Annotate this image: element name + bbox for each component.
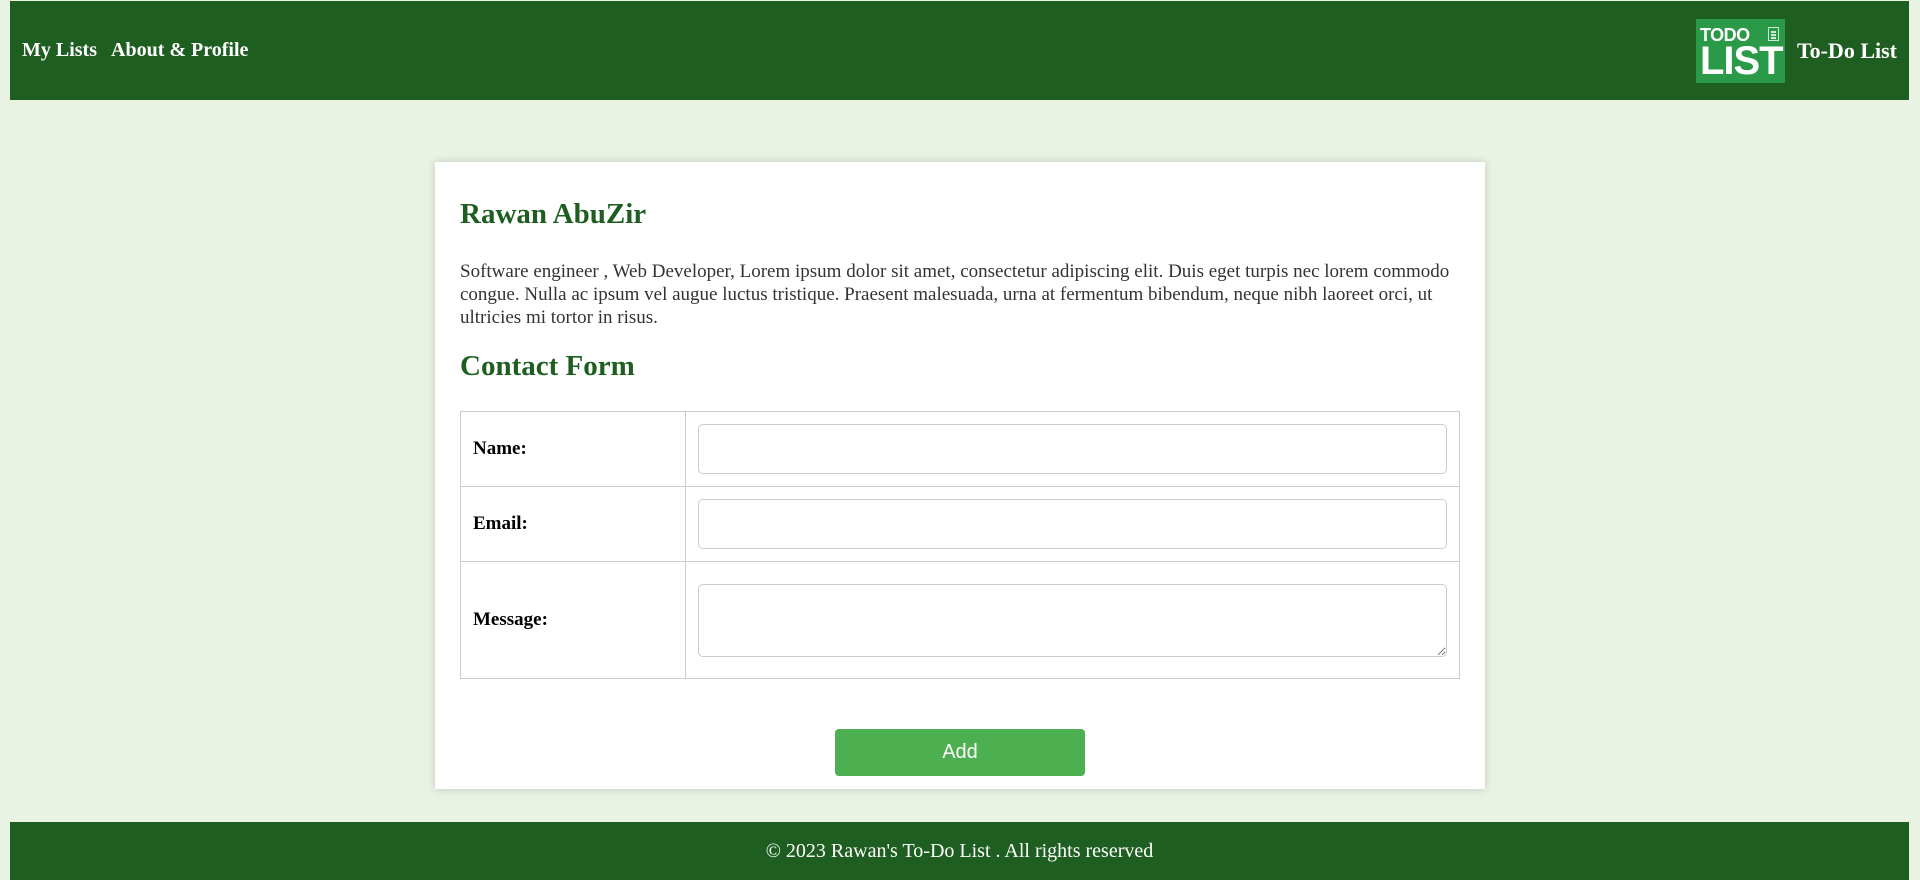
- logo-text-bottom: LIST: [1699, 39, 1784, 83]
- email-label: Email:: [460, 486, 686, 562]
- notepad-icon: [1767, 27, 1779, 41]
- contact-form-title: Contact Form: [460, 350, 635, 382]
- name-input[interactable]: [698, 424, 1447, 474]
- form-row-email: Email:: [460, 486, 1460, 562]
- email-cell: [685, 486, 1460, 562]
- email-input[interactable]: [698, 499, 1447, 549]
- message-textarea[interactable]: [698, 583, 1447, 657]
- add-button[interactable]: Add: [835, 729, 1085, 776]
- profile-name: Rawan AbuZir: [460, 198, 647, 230]
- message-cell: [685, 561, 1460, 679]
- message-label: Message:: [460, 561, 686, 679]
- nav-link-my-lists[interactable]: My Lists: [22, 39, 97, 62]
- form-row-message: Message:: [460, 561, 1460, 679]
- todo-list-logo: TODO LIST: [1695, 19, 1785, 83]
- contact-form-table: Name: Email: Message:: [460, 411, 1460, 679]
- profile-card: Rawan AbuZir Software engineer , Web Dev…: [435, 162, 1485, 789]
- top-navbar: My Lists About & Profile TODO LIST To-Do…: [10, 1, 1909, 100]
- page-footer: © 2023 Rawan's To-Do List . All rights r…: [10, 822, 1909, 880]
- main-nav: My Lists About & Profile: [22, 39, 248, 62]
- name-cell: [685, 411, 1460, 487]
- profile-bio: Software engineer , Web Developer, Lorem…: [460, 261, 1450, 328]
- brand: TODO LIST To-Do List: [1695, 19, 1897, 83]
- form-row-name: Name:: [460, 411, 1460, 487]
- nav-link-about-profile[interactable]: About & Profile: [111, 39, 248, 62]
- footer-copyright: © 2023 Rawan's To-Do List . All rights r…: [765, 839, 1154, 862]
- brand-title: To-Do List: [1796, 38, 1897, 63]
- name-label: Name:: [460, 411, 686, 487]
